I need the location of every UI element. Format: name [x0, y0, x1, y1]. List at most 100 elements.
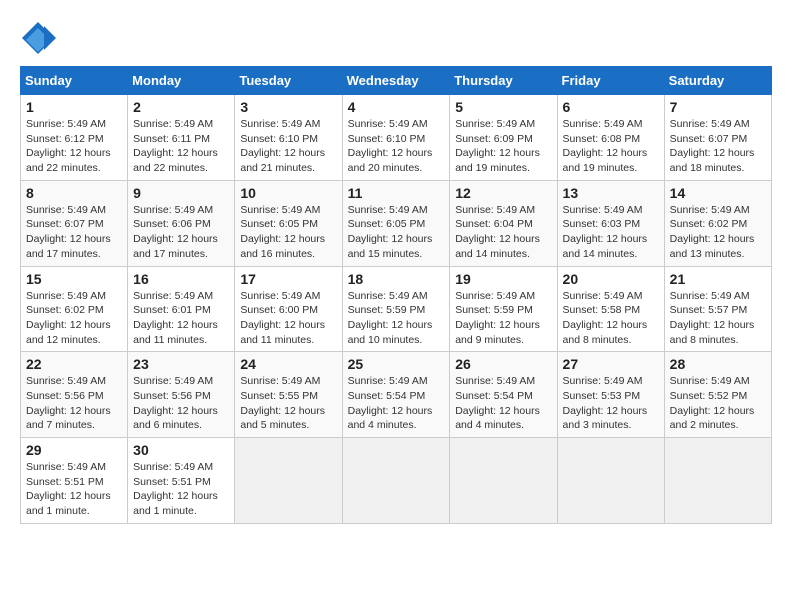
day-info: Sunrise: 5:49 AM Sunset: 6:07 PM Dayligh… [26, 203, 122, 262]
day-info: Sunrise: 5:49 AM Sunset: 6:01 PM Dayligh… [133, 289, 229, 348]
calendar-header-monday: Monday [128, 67, 235, 95]
day-info: Sunrise: 5:49 AM Sunset: 5:54 PM Dayligh… [348, 374, 445, 433]
calendar-cell [450, 438, 557, 524]
calendar-cell: 26 Sunrise: 5:49 AM Sunset: 5:54 PM Dayli… [450, 352, 557, 438]
calendar-cell: 19 Sunrise: 5:49 AM Sunset: 5:59 PM Dayli… [450, 266, 557, 352]
calendar-cell [557, 438, 664, 524]
calendar-cell [342, 438, 450, 524]
day-info: Sunrise: 5:49 AM Sunset: 5:58 PM Dayligh… [563, 289, 659, 348]
day-info: Sunrise: 5:49 AM Sunset: 6:05 PM Dayligh… [240, 203, 336, 262]
calendar-cell: 22 Sunrise: 5:49 AM Sunset: 5:56 PM Dayli… [21, 352, 128, 438]
day-info: Sunrise: 5:49 AM Sunset: 6:06 PM Dayligh… [133, 203, 229, 262]
day-info: Sunrise: 5:49 AM Sunset: 6:03 PM Dayligh… [563, 203, 659, 262]
day-number: 13 [563, 185, 659, 201]
day-info: Sunrise: 5:49 AM Sunset: 6:07 PM Dayligh… [670, 117, 766, 176]
calendar-cell: 17 Sunrise: 5:49 AM Sunset: 6:00 PM Dayli… [235, 266, 342, 352]
calendar-week-row: 15 Sunrise: 5:49 AM Sunset: 6:02 PM Dayli… [21, 266, 772, 352]
calendar-cell: 23 Sunrise: 5:49 AM Sunset: 5:56 PM Dayli… [128, 352, 235, 438]
day-info: Sunrise: 5:49 AM Sunset: 5:53 PM Dayligh… [563, 374, 659, 433]
calendar-cell: 7 Sunrise: 5:49 AM Sunset: 6:07 PM Daylig… [664, 95, 771, 181]
day-number: 4 [348, 99, 445, 115]
day-info: Sunrise: 5:49 AM Sunset: 6:08 PM Dayligh… [563, 117, 659, 176]
calendar-cell: 2 Sunrise: 5:49 AM Sunset: 6:11 PM Daylig… [128, 95, 235, 181]
day-info: Sunrise: 5:49 AM Sunset: 5:52 PM Dayligh… [670, 374, 766, 433]
calendar-cell: 4Sunrise: 5:49 AM Sunset: 6:10 PM Daylig… [342, 95, 450, 181]
day-number: 30 [133, 442, 229, 458]
calendar-cell: 29Sunrise: 5:49 AM Sunset: 5:51 PM Dayli… [21, 438, 128, 524]
calendar-cell: 11Sunrise: 5:49 AM Sunset: 6:05 PM Dayli… [342, 180, 450, 266]
calendar-cell: 24 Sunrise: 5:49 AM Sunset: 5:55 PM Dayli… [235, 352, 342, 438]
day-number: 23 [133, 356, 229, 372]
calendar-week-row: 8 Sunrise: 5:49 AM Sunset: 6:07 PM Daylig… [21, 180, 772, 266]
day-info: Sunrise: 5:49 AM Sunset: 5:57 PM Dayligh… [670, 289, 766, 348]
calendar-cell [664, 438, 771, 524]
day-number: 20 [563, 271, 659, 287]
day-info: Sunrise: 5:49 AM Sunset: 6:05 PM Dayligh… [348, 203, 445, 262]
calendar-cell: 12 Sunrise: 5:49 AM Sunset: 6:04 PM Dayli… [450, 180, 557, 266]
day-info: Sunrise: 5:49 AM Sunset: 5:59 PM Dayligh… [348, 289, 445, 348]
calendar-header-sunday: Sunday [21, 67, 128, 95]
day-number: 3 [240, 99, 336, 115]
day-info: Sunrise: 5:49 AM Sunset: 6:04 PM Dayligh… [455, 203, 551, 262]
calendar-week-row: 22 Sunrise: 5:49 AM Sunset: 5:56 PM Dayli… [21, 352, 772, 438]
day-number: 17 [240, 271, 336, 287]
day-number: 6 [563, 99, 659, 115]
calendar-cell: 18 Sunrise: 5:49 AM Sunset: 5:59 PM Dayli… [342, 266, 450, 352]
day-number: 26 [455, 356, 551, 372]
day-number: 2 [133, 99, 229, 115]
calendar-cell: 27 Sunrise: 5:49 AM Sunset: 5:53 PM Dayli… [557, 352, 664, 438]
calendar-cell: 15 Sunrise: 5:49 AM Sunset: 6:02 PM Dayli… [21, 266, 128, 352]
calendar-cell: 16 Sunrise: 5:49 AM Sunset: 6:01 PM Dayli… [128, 266, 235, 352]
day-number: 12 [455, 185, 551, 201]
calendar-cell: 14 Sunrise: 5:49 AM Sunset: 6:02 PM Dayli… [664, 180, 771, 266]
calendar-cell: 3 Sunrise: 5:49 AM Sunset: 6:10 PM Daylig… [235, 95, 342, 181]
day-info: Sunrise: 5:49 AM Sunset: 6:02 PM Dayligh… [670, 203, 766, 262]
day-number: 28 [670, 356, 766, 372]
day-info: Sunrise: 5:49 AM Sunset: 5:55 PM Dayligh… [240, 374, 336, 433]
day-number: 10 [240, 185, 336, 201]
calendar-header-row: SundayMondayTuesdayWednesdayThursdayFrid… [21, 67, 772, 95]
day-number: 5 [455, 99, 551, 115]
logo [20, 20, 62, 56]
day-number: 24 [240, 356, 336, 372]
calendar-header-friday: Friday [557, 67, 664, 95]
calendar-cell: 10 Sunrise: 5:49 AM Sunset: 6:05 PM Dayli… [235, 180, 342, 266]
day-info: Sunrise: 5:49 AM Sunset: 6:10 PM Dayligh… [240, 117, 336, 176]
day-info: Sunrise: 5:49 AM Sunset: 5:56 PM Dayligh… [133, 374, 229, 433]
calendar-table: SundayMondayTuesdayWednesdayThursdayFrid… [20, 66, 772, 524]
day-number: 14 [670, 185, 766, 201]
day-number: 22 [26, 356, 122, 372]
calendar-cell: 25 Sunrise: 5:49 AM Sunset: 5:54 PM Dayli… [342, 352, 450, 438]
day-info: Sunrise: 5:49 AM Sunset: 6:00 PM Dayligh… [240, 289, 336, 348]
day-info: Sunrise: 5:49 AM Sunset: 6:02 PM Dayligh… [26, 289, 122, 348]
day-number: 19 [455, 271, 551, 287]
calendar-header-tuesday: Tuesday [235, 67, 342, 95]
calendar-cell: 1 Sunrise: 5:49 AM Sunset: 6:12 PM Daylig… [21, 95, 128, 181]
page-header [20, 20, 772, 56]
day-number: 9 [133, 185, 229, 201]
calendar-cell: 9 Sunrise: 5:49 AM Sunset: 6:06 PM Daylig… [128, 180, 235, 266]
calendar-week-row: 29Sunrise: 5:49 AM Sunset: 5:51 PM Dayli… [21, 438, 772, 524]
day-number: 1 [26, 99, 122, 115]
day-info: Sunrise: 5:49 AM Sunset: 5:56 PM Dayligh… [26, 374, 122, 433]
day-number: 7 [670, 99, 766, 115]
day-number: 27 [563, 356, 659, 372]
calendar-header-thursday: Thursday [450, 67, 557, 95]
day-info: Sunrise: 5:49 AM Sunset: 5:59 PM Dayligh… [455, 289, 551, 348]
calendar-week-row: 1 Sunrise: 5:49 AM Sunset: 6:12 PM Daylig… [21, 95, 772, 181]
day-number: 25 [348, 356, 445, 372]
calendar-cell: 5Sunrise: 5:49 AM Sunset: 6:09 PM Daylig… [450, 95, 557, 181]
calendar-cell: 21Sunrise: 5:49 AM Sunset: 5:57 PM Dayli… [664, 266, 771, 352]
day-info: Sunrise: 5:49 AM Sunset: 5:54 PM Dayligh… [455, 374, 551, 433]
day-number: 16 [133, 271, 229, 287]
day-number: 18 [348, 271, 445, 287]
logo-icon [20, 20, 56, 56]
calendar-cell: 30 Sunrise: 5:49 AM Sunset: 5:51 PM Dayli… [128, 438, 235, 524]
day-info: Sunrise: 5:49 AM Sunset: 6:12 PM Dayligh… [26, 117, 122, 176]
day-number: 8 [26, 185, 122, 201]
calendar-header-wednesday: Wednesday [342, 67, 450, 95]
day-number: 15 [26, 271, 122, 287]
calendar-cell [235, 438, 342, 524]
day-info: Sunrise: 5:49 AM Sunset: 5:51 PM Dayligh… [133, 460, 229, 519]
day-info: Sunrise: 5:49 AM Sunset: 6:11 PM Dayligh… [133, 117, 229, 176]
